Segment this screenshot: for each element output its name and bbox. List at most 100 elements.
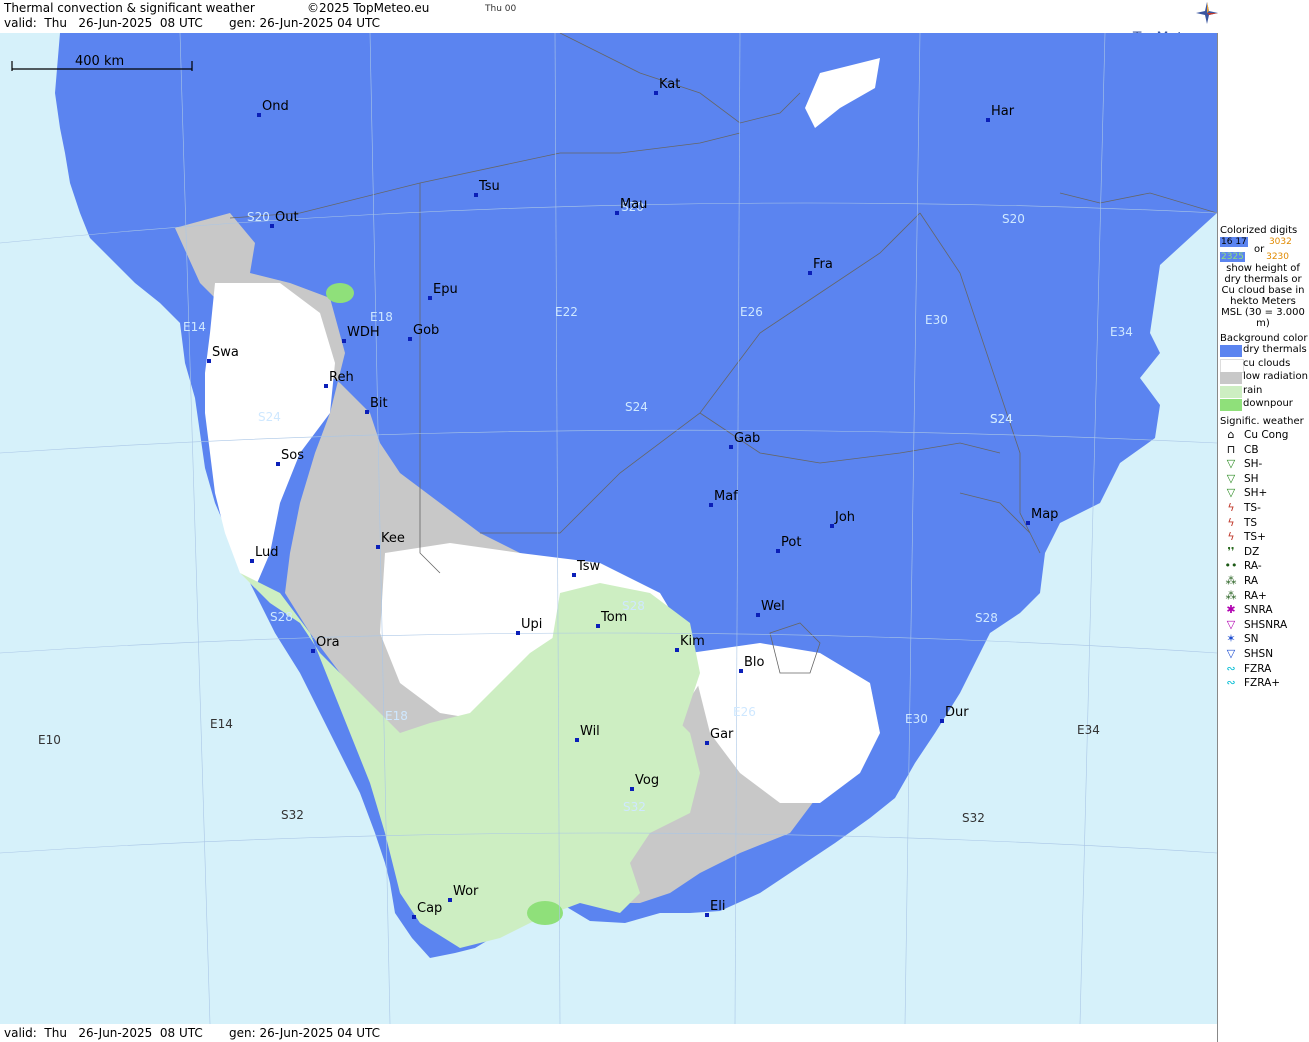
map-title: Thermal convection & significant weather xyxy=(4,1,255,15)
legend-swatch xyxy=(1220,385,1242,398)
city-marker xyxy=(630,787,634,791)
grid-label: E34 xyxy=(1077,723,1100,737)
city-marker xyxy=(376,545,380,549)
generated-time: gen: 26-Jun-2025 04 UTC xyxy=(229,16,381,30)
city-label: Tom xyxy=(600,610,627,625)
rain-icon: ⁂ xyxy=(1225,574,1237,587)
city-label: WDH xyxy=(347,325,380,340)
city-label: Maf xyxy=(714,489,738,504)
city-label: Bit xyxy=(370,396,388,411)
cu-cong-icon: ⌂ xyxy=(1227,428,1235,441)
city-label: Ond xyxy=(262,99,289,114)
city-label: Vog xyxy=(635,773,659,788)
snow-rain-icon: ✱ xyxy=(1226,603,1236,617)
grid-label: S32 xyxy=(281,808,304,822)
city-marker xyxy=(250,559,254,563)
legend-weather-label: TS- xyxy=(1244,502,1261,514)
city-label: Har xyxy=(991,104,1015,119)
city-label: Upi xyxy=(521,617,542,632)
legend-swatch-label: dry thermals xyxy=(1243,344,1307,355)
area-downpour-2 xyxy=(527,901,563,925)
city-marker xyxy=(709,503,713,507)
city-marker xyxy=(207,359,211,363)
city-label: Gar xyxy=(710,727,734,742)
legend-swatch-label: low radiation xyxy=(1243,371,1308,382)
copyright: ©2025 TopMeteo.eu xyxy=(307,1,430,15)
city-marker xyxy=(776,549,780,553)
city-marker xyxy=(516,631,520,635)
city-label: Reh xyxy=(329,370,354,385)
city-marker xyxy=(342,339,346,343)
shower-heavy-icon: ▽ xyxy=(1226,486,1236,500)
digit-sample-orange: 3032 xyxy=(1268,237,1292,247)
city-marker xyxy=(412,915,416,919)
city-label: Blo xyxy=(744,655,765,670)
freezing-rain-heavy-icon: ∾ xyxy=(1226,676,1236,690)
city-label: Sos xyxy=(281,448,304,463)
city-label: Epu xyxy=(433,282,458,297)
city-label: Kim xyxy=(680,634,705,649)
city-marker xyxy=(756,613,760,617)
city-marker xyxy=(729,445,733,449)
legend-weather-label: SH- xyxy=(1244,458,1263,471)
city-label: Cap xyxy=(417,901,442,916)
grid-label: S20 xyxy=(247,210,270,224)
legend-swatch xyxy=(1220,372,1242,384)
city-label: Eli xyxy=(710,899,725,914)
city-marker xyxy=(270,224,274,228)
legend-swatch xyxy=(1220,358,1244,373)
grid-label: S32 xyxy=(623,800,646,814)
city-label: Gab xyxy=(734,431,760,446)
city-marker xyxy=(365,410,369,414)
legend-weather-label: SH xyxy=(1244,472,1259,485)
city-marker xyxy=(575,738,579,742)
snow-shower-icon: ▽ xyxy=(1226,647,1236,660)
city-marker xyxy=(675,648,679,652)
area-downpour xyxy=(326,283,354,303)
city-label: Tsw xyxy=(576,559,601,574)
grid-label: S24 xyxy=(990,412,1013,426)
legend-swatch-label: cu clouds xyxy=(1243,357,1291,369)
city-label: Joh xyxy=(834,510,855,525)
day-tag: Thu 00 xyxy=(485,4,517,14)
city-label: Kee xyxy=(381,531,405,546)
shower-light-icon: ▽ xyxy=(1226,457,1236,471)
thunderstorm-heavy-icon: ϟ xyxy=(1227,530,1235,544)
city-marker xyxy=(474,193,478,197)
grid-label: E30 xyxy=(925,313,948,327)
footer-generated-time: gen: 26-Jun-2025 04 UTC xyxy=(229,1026,381,1040)
legend-swatch xyxy=(1220,399,1242,411)
city-marker xyxy=(739,669,743,673)
legend-swatch xyxy=(1220,345,1242,357)
city-marker xyxy=(408,337,412,341)
grid-label: E14 xyxy=(210,717,233,731)
rain-light-icon: •• xyxy=(1224,559,1238,573)
map-canvas[interactable]: 400 km S20S20S20E14E18 E22 E26E30E34S24S24… xyxy=(0,33,1217,1024)
legend-weather-label: SHSN xyxy=(1244,648,1274,660)
city-marker xyxy=(428,296,432,300)
legend-weather-label: RA+ xyxy=(1244,589,1267,602)
city-marker xyxy=(615,211,619,215)
legend-bg-title: Background color xyxy=(1220,333,1308,344)
city-marker xyxy=(705,741,709,745)
weather-map[interactable]: 400 km S20 S20 S20 E14 E18 E22 E26 E30 E34 S24 S24… xyxy=(0,33,1217,1024)
city-marker xyxy=(830,524,834,528)
city-marker xyxy=(448,898,452,902)
grid-label: E34 xyxy=(1110,325,1133,339)
city-marker xyxy=(1026,521,1030,525)
shower-icon: ▽ xyxy=(1226,471,1236,485)
city-label: Tsu xyxy=(478,179,500,194)
legend-weather-label: RA xyxy=(1244,575,1259,587)
digit-sample-orange-2: 3230 xyxy=(1266,252,1289,262)
footer: valid: Thu 26-Jun-2025 08 UTC gen: 26-Ju… xyxy=(0,1024,1217,1042)
city-marker xyxy=(572,573,576,577)
grid-label: E26 xyxy=(733,705,756,719)
grid-label: E10 xyxy=(38,733,61,747)
legend-swatch-label: rain xyxy=(1243,384,1263,396)
legend-wx-title: Signific. weather xyxy=(1220,416,1304,427)
city-label: Out xyxy=(275,210,299,225)
city-label: Wel xyxy=(761,599,785,614)
city-label: Gob xyxy=(413,323,439,338)
city-marker xyxy=(276,462,280,466)
legend-weather-label: SN xyxy=(1244,633,1259,646)
